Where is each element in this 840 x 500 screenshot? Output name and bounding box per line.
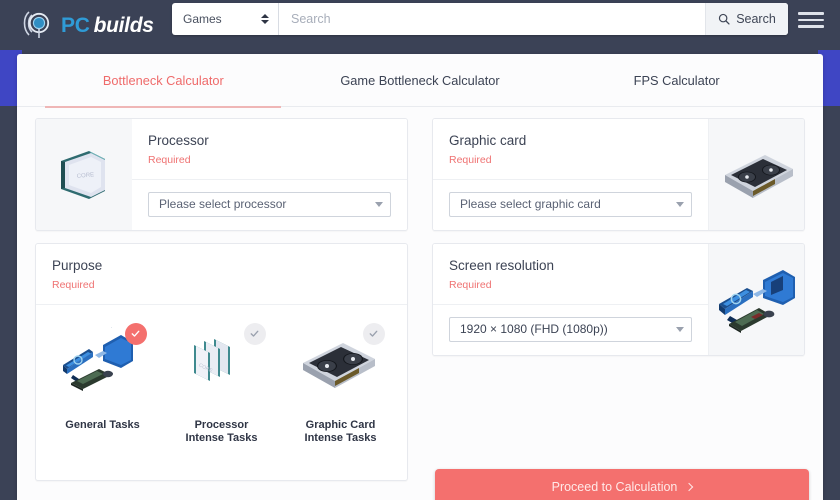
search-bar: Games Search [172, 3, 788, 35]
updown-spinner-icon [261, 14, 269, 24]
category-select[interactable]: Games [172, 3, 279, 35]
proceed-button-wrap: Proceed to Calculation [435, 469, 809, 500]
chevron-down-icon [375, 201, 383, 207]
search-button[interactable]: Search [705, 3, 788, 35]
proceed-to-calculation-button[interactable]: Proceed to Calculation [435, 469, 809, 500]
processor-card: CORE Processor Required Please select pr… [35, 118, 408, 231]
screen-resolution-title: Screen resolution [449, 257, 555, 273]
tab-bottleneck-calculator[interactable]: Bottleneck Calculator [35, 54, 292, 108]
top-navigation-bar: PC builds Games Search [0, 0, 840, 50]
check-icon [131, 330, 140, 338]
tab-label: Game Bottleneck Calculator [340, 73, 500, 88]
processor-select[interactable]: Please select processor [148, 191, 391, 217]
selection-grid: CORE Processor Required Please select pr… [17, 107, 823, 481]
purpose-required-label: Required [52, 278, 95, 291]
search-button-label: Search [736, 12, 776, 26]
graphic-card-header: Graphic card Required [433, 119, 708, 180]
check-icon [250, 330, 259, 338]
monitor-pc-setup-icon [708, 243, 804, 355]
purpose-option-label-line1: Processor [194, 418, 249, 431]
processor-required-label: Required [148, 153, 191, 166]
gpu-card-icon [708, 119, 804, 230]
brand-name-builds: builds [93, 13, 154, 37]
cpu-chip-icon: CORE [36, 119, 132, 230]
purpose-card-header: Purpose Required [36, 244, 407, 305]
purpose-option-label-line2: Intense Tasks [185, 431, 258, 444]
purpose-option-check-badge [362, 322, 385, 345]
graphic-card-title: Graphic card [449, 133, 527, 148]
category-select-value: Games [183, 12, 222, 26]
purpose-options: General Tasks CORE Processor Intense Tas… [36, 305, 407, 480]
purpose-option-label: Graphic Card Intense Tasks [305, 419, 377, 445]
page-root: PC builds Games Search Search Bottleneck… [0, 0, 840, 500]
purpose-option-label-line1: Graphic Card [305, 418, 376, 431]
desktop-setup-icon [57, 322, 149, 395]
purpose-option-processor-intense-tasks[interactable]: CORE Processor Intense Tasks [166, 322, 278, 445]
purpose-option-general-tasks[interactable]: General Tasks [47, 322, 159, 432]
tab-label: Bottleneck Calculator [102, 73, 224, 88]
processor-title: Processor [148, 133, 209, 148]
screen-resolution-select-value: 1920 × 1080 (FHD (1080p)) [460, 322, 608, 337]
graphic-card-select-value: Please select graphic card [460, 197, 601, 212]
gpu-card-icon [295, 322, 387, 395]
purpose-option-label: General Tasks [65, 418, 140, 431]
chevron-down-icon [676, 326, 684, 332]
cpu-stack-icon: CORE [176, 322, 268, 395]
processor-card-header: Processor Required [132, 119, 407, 180]
search-input[interactable] [279, 3, 705, 35]
graphic-card-select[interactable]: Please select graphic card [449, 191, 692, 217]
purpose-option-graphic-card-intense-tasks[interactable]: Graphic Card Intense Tasks [285, 322, 397, 445]
screen-resolution-card-header: Screen resolution Required [433, 244, 708, 305]
tab-fps-calculator[interactable]: FPS Calculator [548, 54, 805, 107]
screen-resolution-card: Screen resolution Required 1920 × 1080 (… [432, 242, 805, 356]
processor-select-value: Please select processor [159, 197, 287, 212]
calculator-tabs: Bottleneck Calculator Game Bottleneck Ca… [17, 54, 823, 108]
search-icon [718, 13, 730, 25]
brand-logo[interactable]: PC builds [20, 0, 154, 50]
tab-game-bottleneck-calculator[interactable]: Game Bottleneck Calculator [292, 54, 549, 107]
purpose-title: Purpose [52, 257, 103, 273]
pcbuilds-logo-icon [20, 8, 54, 42]
screen-resolution-required-label: Required [449, 278, 492, 291]
purpose-option-label-line2: Intense Tasks [304, 431, 377, 444]
main-content-panel: Bottleneck Calculator Game Bottleneck Ca… [17, 54, 823, 500]
hamburger-menu-icon[interactable] [798, 9, 824, 31]
chevron-down-icon [676, 201, 684, 207]
check-icon [369, 330, 378, 338]
graphic-card-card: Graphic card Required Please select grap… [432, 118, 805, 231]
purpose-option-check-badge [124, 322, 147, 345]
graphic-card-required-label: Required [449, 153, 492, 166]
chevron-right-icon [685, 482, 694, 492]
brand-name-pc: PC [61, 13, 90, 37]
purpose-option-check-badge [243, 322, 266, 345]
tab-label: FPS Calculator [633, 73, 720, 88]
screen-resolution-select[interactable]: 1920 × 1080 (FHD (1080p)) [449, 316, 692, 342]
purpose-option-label: Processor Intense Tasks [186, 419, 258, 445]
purpose-card: Purpose Required General Tasks CORE Proc… [35, 242, 408, 481]
proceed-button-label: Proceed to Calculation [551, 480, 678, 494]
